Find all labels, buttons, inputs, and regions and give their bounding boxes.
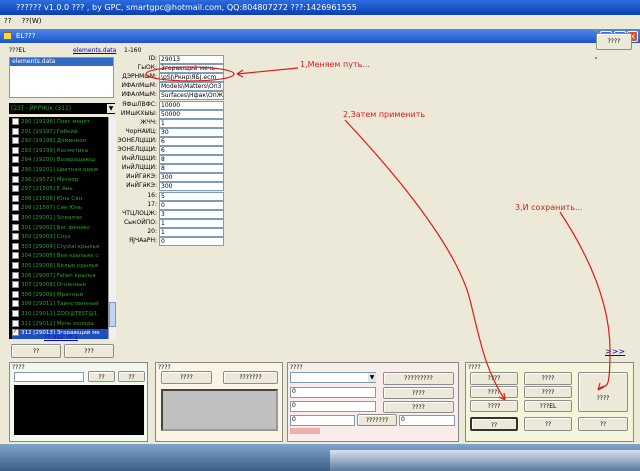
path-highlight-ellipse <box>145 66 235 82</box>
arrow-2 <box>344 119 506 401</box>
arrow-3 <box>559 211 611 391</box>
arrow-1 <box>236 67 299 75</box>
annotation-arrows <box>145 66 611 401</box>
